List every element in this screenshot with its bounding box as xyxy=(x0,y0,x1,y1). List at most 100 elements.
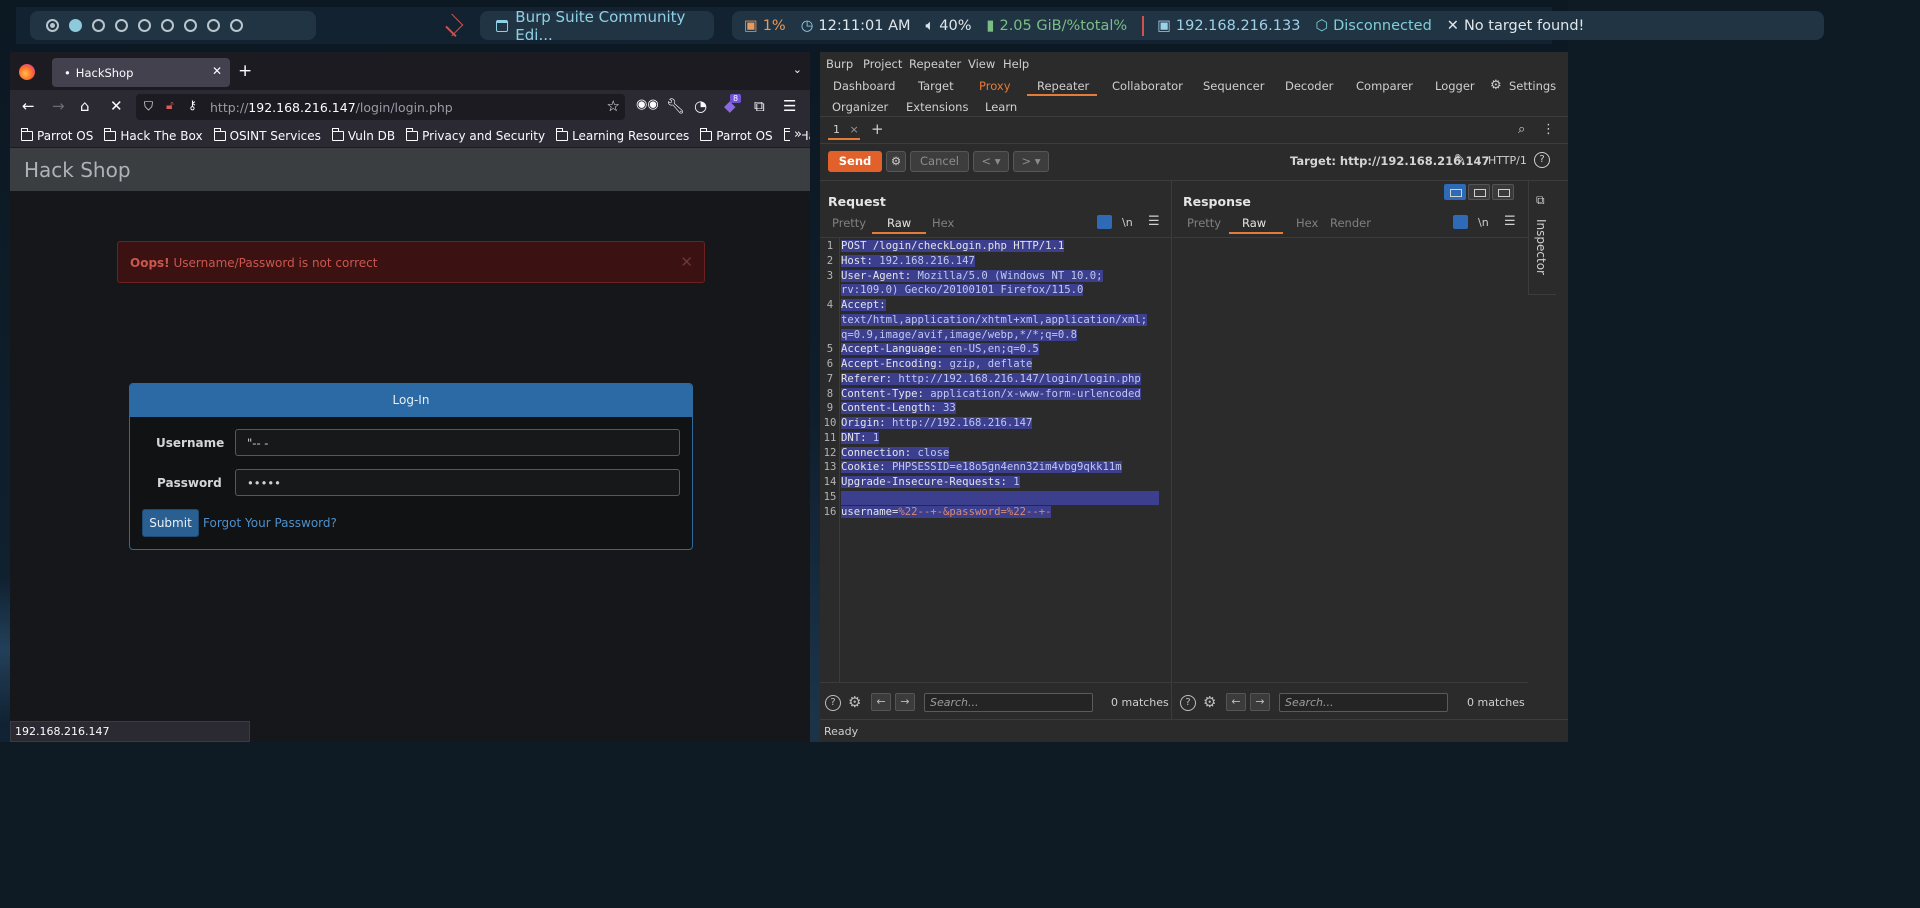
request-view-raw[interactable]: Raw xyxy=(887,216,911,230)
request-view-hex[interactable]: Hex xyxy=(932,216,954,230)
menu-project[interactable]: Project xyxy=(863,57,902,71)
tab-dashboard[interactable]: Dashboard xyxy=(833,79,895,93)
workspace-7[interactable] xyxy=(184,19,197,32)
username-field[interactable]: "-- - xyxy=(235,429,680,456)
list-tabs-icon[interactable]: ⌄ xyxy=(793,63,802,76)
stop-icon[interactable]: ✕ xyxy=(110,97,123,115)
response-view-hex[interactable]: Hex xyxy=(1296,216,1318,230)
bookmark-folder[interactable]: Hack The Box xyxy=(104,128,203,143)
tab-learn[interactable]: Learn xyxy=(985,100,1017,114)
bookmark-folder[interactable]: Privacy and Security xyxy=(406,128,545,143)
response-view-pretty[interactable]: Pretty xyxy=(1187,216,1221,230)
bookmark-folder[interactable]: OSINT Services xyxy=(213,128,321,143)
tab-logger[interactable]: Logger xyxy=(1435,79,1475,93)
next-match-icon[interactable]: → xyxy=(895,693,915,711)
request-options-menu-icon[interactable]: ☰ xyxy=(1148,214,1160,229)
tab-hackshop[interactable]: • HackShop ✕ xyxy=(52,58,230,87)
workspace-6[interactable] xyxy=(161,19,174,32)
search-settings-gear-icon[interactable]: ⚙ xyxy=(848,693,861,711)
cookie-extension-icon[interactable]: ◔ xyxy=(694,97,707,115)
menu-view[interactable]: View xyxy=(968,57,995,71)
wrench-icon[interactable]: 🔧︎ xyxy=(666,97,685,115)
bookmark-folder[interactable]: Vuln DB xyxy=(331,128,395,143)
inspector-sidebar[interactable]: ⧉ Inspector xyxy=(1528,181,1556,295)
submit-button[interactable]: Submit xyxy=(142,509,199,537)
previous-match-icon[interactable]: ← xyxy=(1226,693,1246,711)
workspace-9[interactable] xyxy=(230,19,243,32)
workspace-8[interactable] xyxy=(207,19,220,32)
response-search-input[interactable]: Search... xyxy=(1279,693,1448,712)
edit-target-pencil-icon[interactable]: ✎ xyxy=(1454,152,1466,168)
workspace-switcher[interactable] xyxy=(30,11,316,40)
workspace-5[interactable] xyxy=(138,19,151,32)
wrap-lines-icon[interactable] xyxy=(1453,215,1468,229)
bookmark-folder[interactable]: Parrot OS xyxy=(21,128,93,143)
tab-proxy[interactable]: Proxy xyxy=(979,79,1011,93)
tab-collaborator[interactable]: Collaborator xyxy=(1112,79,1183,93)
alert-close-icon[interactable]: ✕ xyxy=(680,253,693,271)
forward-icon[interactable]: → xyxy=(52,97,65,115)
settings-button[interactable]: Settings xyxy=(1509,79,1556,93)
bookmark-folder[interactable]: Parrot OS xyxy=(700,128,773,143)
more-bookmarks-chevron-icon[interactable]: » xyxy=(790,127,802,142)
tab-extensions[interactable]: Extensions xyxy=(906,100,968,114)
permissions-key-icon[interactable]: ⚷ xyxy=(188,98,197,112)
settings-gear-icon[interactable]: ⚙ xyxy=(1490,78,1502,93)
bookmark-star-icon[interactable]: ☆ xyxy=(607,97,620,115)
send-options-gear-icon[interactable]: ⚙ xyxy=(886,151,906,172)
password-field[interactable]: ••••• xyxy=(235,469,680,496)
next-match-icon[interactable]: → xyxy=(1250,693,1270,711)
tab-sequencer[interactable]: Sequencer xyxy=(1203,79,1264,93)
search-icon[interactable]: ⌕ xyxy=(1518,122,1525,137)
workspace-2[interactable] xyxy=(69,19,82,32)
shield-icon[interactable]: ⛉ xyxy=(144,99,153,114)
active-window-title[interactable]: Burp Suite Community Edi... xyxy=(480,8,714,44)
url-text[interactable]: http://192.168.216.147/login/login.php xyxy=(210,100,453,115)
history-back-icon[interactable]: < ▾ xyxy=(973,151,1009,172)
menu-help[interactable]: Help xyxy=(1003,57,1029,71)
layout-tabs-icon[interactable] xyxy=(1492,184,1514,200)
forgot-password-link[interactable]: Forgot Your Password? xyxy=(203,516,337,530)
extensions-icon[interactable]: ⧉ xyxy=(754,97,765,115)
hamburger-menu-icon[interactable]: ☰ xyxy=(783,97,796,115)
parrot-logo-icon[interactable] xyxy=(440,13,464,37)
url-bar[interactable]: ⛉ 🔓︎ ⚷ http://192.168.216.147/login/logi… xyxy=(136,94,625,120)
search-settings-gear-icon[interactable]: ⚙ xyxy=(1203,693,1216,711)
volume-status[interactable]: 🔈︎ 40% xyxy=(926,18,972,34)
request-editor[interactable]: 1 POST /login/checkLogin.php HTTP/1.1 2 Hos… xyxy=(820,237,1172,683)
workspace-1[interactable] xyxy=(46,19,59,32)
tab-decoder[interactable]: Decoder xyxy=(1285,79,1333,93)
tab-target[interactable]: Target xyxy=(918,79,954,93)
http-version-toggle[interactable]: HTTP/1 xyxy=(1488,154,1527,167)
send-button[interactable]: Send xyxy=(828,151,882,172)
subtab-close-icon[interactable]: × xyxy=(850,123,859,136)
kebab-menu-icon[interactable]: ⋮ xyxy=(1542,122,1555,137)
response-view-render[interactable]: Render xyxy=(1330,216,1371,230)
back-icon[interactable]: ← xyxy=(22,97,35,115)
home-icon[interactable]: ⌂ xyxy=(80,97,90,115)
wrap-lines-icon[interactable] xyxy=(1097,215,1112,229)
request-search-input[interactable]: Search... xyxy=(924,693,1093,712)
show-newlines-toggle[interactable]: \n xyxy=(1478,216,1489,229)
request-view-pretty[interactable]: Pretty xyxy=(832,216,866,230)
previous-match-icon[interactable]: ← xyxy=(871,693,891,711)
help-icon[interactable]: ? xyxy=(1180,695,1196,711)
insecure-lock-icon[interactable]: 🔓︎ xyxy=(166,98,174,113)
tab-repeater[interactable]: Repeater xyxy=(1037,79,1089,93)
response-view-raw[interactable]: Raw xyxy=(1242,216,1266,230)
help-icon[interactable]: ? xyxy=(825,695,841,711)
repeater-subtab-1[interactable]: 1 × xyxy=(828,120,860,140)
workspace-3[interactable] xyxy=(92,19,105,32)
private-mask-icon[interactable]: ◉◉ xyxy=(636,97,659,112)
workspace-4[interactable] xyxy=(115,19,128,32)
help-icon[interactable]: ? xyxy=(1534,152,1550,168)
layout-side-by-side-icon[interactable] xyxy=(1444,184,1466,200)
show-newlines-toggle[interactable]: \n xyxy=(1122,216,1133,229)
tab-comparer[interactable]: Comparer xyxy=(1356,79,1413,93)
menu-repeater[interactable]: Repeater xyxy=(909,57,961,71)
add-tab-icon[interactable]: + xyxy=(871,120,884,138)
menu-burp[interactable]: Burp xyxy=(826,57,853,71)
response-options-menu-icon[interactable]: ☰ xyxy=(1504,214,1516,229)
tab-close-icon[interactable]: ✕ xyxy=(212,64,222,78)
layout-stacked-icon[interactable] xyxy=(1468,184,1490,200)
